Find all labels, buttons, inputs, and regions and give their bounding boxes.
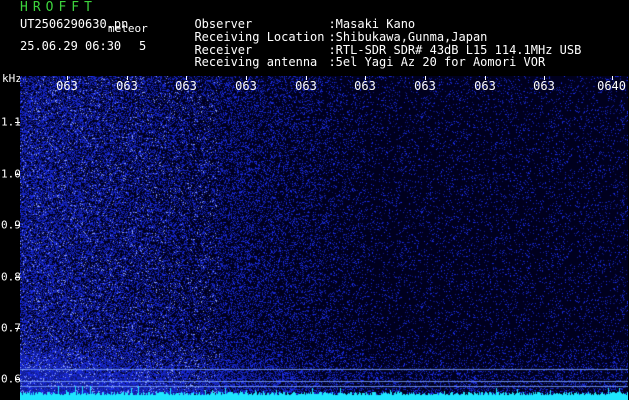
- time-tick-label: 063: [175, 79, 197, 93]
- time-tick-label: 063: [116, 79, 138, 93]
- antenna-label: Receiving antenna: [194, 55, 318, 69]
- time-tick-label: 063: [533, 79, 555, 93]
- time-tick-label: 063: [295, 79, 317, 93]
- detection-label: meteor: [108, 22, 148, 35]
- app-title: HROFFT: [20, 0, 97, 15]
- antenna-row: Receiving antenna :5el Yagi Az 20 for Aom…: [180, 41, 545, 69]
- time-tick-label: 063: [235, 79, 257, 93]
- frequency-unit-label: kHz: [2, 72, 22, 85]
- spectrogram: 063 063 063 063 063 063 063 063 063 0640: [20, 76, 628, 400]
- time-tick-label: 063: [56, 79, 78, 93]
- time-tick-label: 063: [354, 79, 376, 93]
- spectrogram-canvas: [20, 76, 628, 400]
- antenna-value: :5el Yagi Az 20 for Aomori VOR: [328, 55, 546, 69]
- time-tick-label: 063: [414, 79, 436, 93]
- detection-count: 5: [139, 39, 147, 53]
- time-tick-label: 0640: [597, 79, 626, 93]
- timestamp: 25.06.29 06:30: [20, 39, 122, 53]
- time-tick-label: 063: [474, 79, 496, 93]
